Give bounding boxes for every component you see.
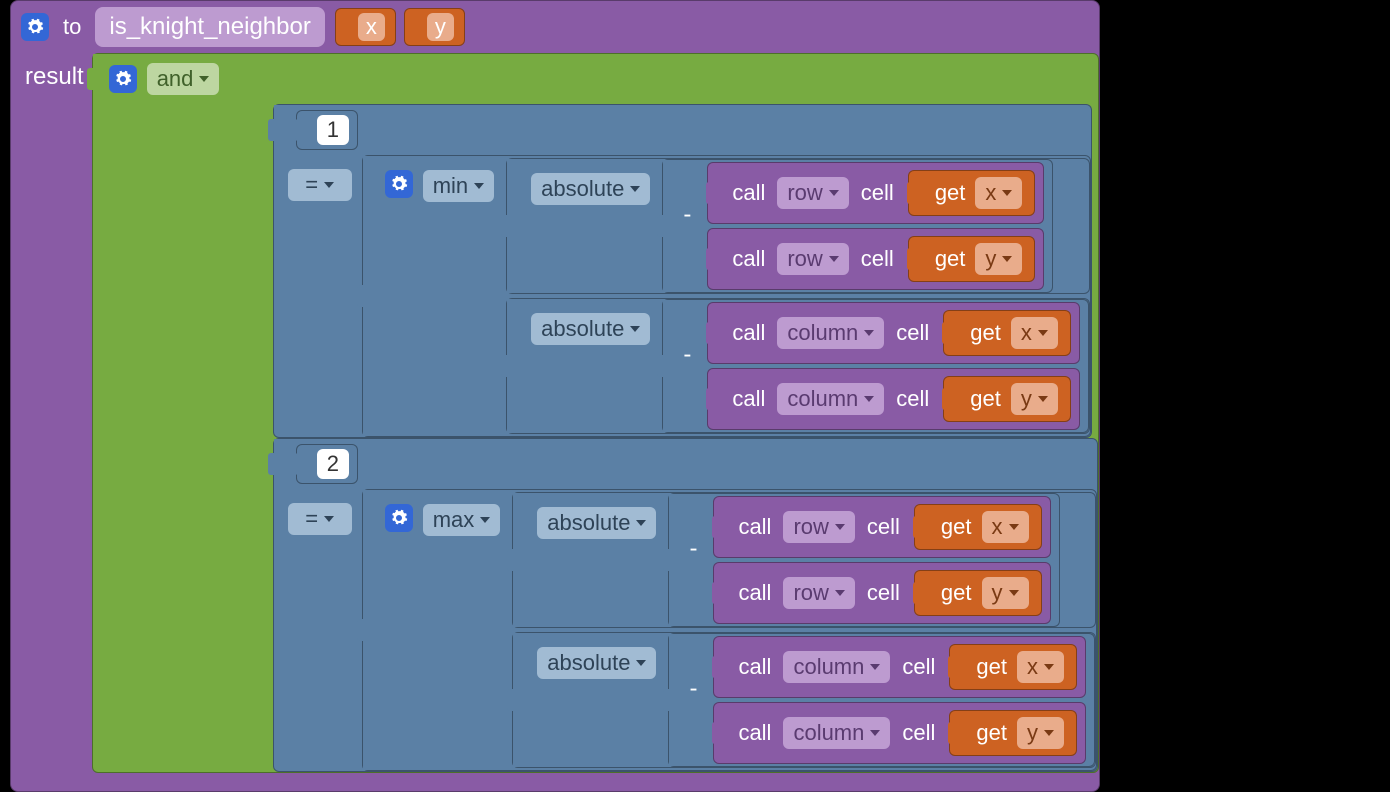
compare-block[interactable]: 1 = xyxy=(273,104,1092,438)
unary-dropdown[interactable]: absolute xyxy=(531,173,650,205)
gear-icon[interactable] xyxy=(21,13,49,41)
compare-block[interactable]: 2 = xyxy=(273,438,1098,772)
unary-dropdown[interactable]: absolute xyxy=(537,647,656,679)
get-label: get xyxy=(925,246,972,272)
number-field[interactable]: 1 xyxy=(317,115,349,145)
function-call-block[interactable]: call column cell get x xyxy=(713,636,1086,698)
function-call-block[interactable]: call column cell get y xyxy=(707,368,1080,430)
variable-dropdown[interactable]: x xyxy=(975,177,1022,209)
compare-op-dropdown[interactable]: = xyxy=(288,503,352,535)
function-param[interactable]: y xyxy=(404,8,465,46)
call-fn-dropdown[interactable]: column xyxy=(777,383,884,415)
variable-dropdown[interactable]: y xyxy=(975,243,1022,275)
call-arg-label: cell xyxy=(888,386,937,412)
call-fn-dropdown[interactable]: column xyxy=(783,717,890,749)
call-label: call xyxy=(730,580,779,606)
get-label: get xyxy=(960,386,1007,412)
call-fn-dropdown[interactable]: column xyxy=(777,317,884,349)
param-name: y xyxy=(427,13,454,41)
get-label: get xyxy=(925,180,972,206)
variable-dropdown[interactable]: x xyxy=(982,511,1029,543)
subtract-block[interactable]: - call row cell xyxy=(662,159,1053,293)
call-label: call xyxy=(724,386,773,412)
logic-op-dropdown[interactable]: and xyxy=(147,63,220,95)
variable-get-block[interactable]: get x xyxy=(908,170,1036,216)
call-arg-label: cell xyxy=(859,580,908,606)
call-fn-dropdown[interactable]: column xyxy=(783,651,890,683)
variable-get-block[interactable]: get y xyxy=(949,710,1077,756)
variable-get-block[interactable]: get x xyxy=(914,504,1042,550)
subtract-block[interactable]: - call column cell xyxy=(662,299,1089,433)
call-label: call xyxy=(724,246,773,272)
logic-and-block[interactable]: and 1 = xyxy=(92,53,1099,773)
variable-get-block[interactable]: get y xyxy=(943,376,1071,422)
gear-icon[interactable] xyxy=(385,170,413,198)
call-fn-dropdown[interactable]: row xyxy=(777,177,848,209)
function-param[interactable]: x xyxy=(335,8,396,46)
function-name-field[interactable]: is_knight_neighbor xyxy=(95,7,324,47)
absolute-block[interactable]: absolute - xyxy=(512,492,1096,628)
call-arg-label: cell xyxy=(853,246,902,272)
call-label: call xyxy=(724,180,773,206)
function-definition-block[interactable]: to is_knight_neighbor x y result and xyxy=(10,0,1100,792)
subtract-block[interactable]: - call row cell xyxy=(668,493,1059,627)
minus-label: - xyxy=(683,201,691,229)
variable-get-block[interactable]: get x xyxy=(949,644,1077,690)
to-label: to xyxy=(55,14,89,40)
function-call-block[interactable]: call row cell get x xyxy=(713,496,1050,558)
minus-label: - xyxy=(683,341,691,369)
aggregate-dropdown[interactable]: max xyxy=(423,504,501,536)
minus-label: - xyxy=(689,675,697,703)
absolute-block[interactable]: absolute - xyxy=(506,158,1090,294)
number-block[interactable]: 1 xyxy=(296,110,358,150)
call-arg-label: cell xyxy=(894,654,943,680)
variable-dropdown[interactable]: x xyxy=(1017,651,1064,683)
compare-op-dropdown[interactable]: = xyxy=(288,169,352,201)
number-block[interactable]: 2 xyxy=(296,444,358,484)
call-label: call xyxy=(730,514,779,540)
variable-dropdown[interactable]: y xyxy=(1017,717,1064,749)
aggregate-dropdown[interactable]: min xyxy=(423,170,494,202)
variable-get-block[interactable]: get y xyxy=(914,570,1042,616)
call-fn-dropdown[interactable]: row xyxy=(783,577,854,609)
function-call-block[interactable]: call column cell get y xyxy=(713,702,1086,764)
get-label: get xyxy=(931,580,978,606)
gear-icon[interactable] xyxy=(385,504,413,532)
call-label: call xyxy=(724,320,773,346)
call-arg-label: cell xyxy=(888,320,937,346)
call-arg-label: cell xyxy=(859,514,908,540)
call-arg-label: cell xyxy=(894,720,943,746)
function-call-block[interactable]: call column cell get x xyxy=(707,302,1080,364)
function-call-block[interactable]: call row cell get x xyxy=(707,162,1044,224)
variable-get-block[interactable]: get x xyxy=(943,310,1071,356)
unary-dropdown[interactable]: absolute xyxy=(531,313,650,345)
get-label: get xyxy=(960,320,1007,346)
function-call-block[interactable]: call row cell get y xyxy=(707,228,1044,290)
function-call-block[interactable]: call row cell get y xyxy=(713,562,1050,624)
call-label: call xyxy=(730,654,779,680)
minus-label: - xyxy=(689,535,697,563)
variable-dropdown[interactable]: y xyxy=(982,577,1029,609)
unary-dropdown[interactable]: absolute xyxy=(537,507,656,539)
call-fn-dropdown[interactable]: row xyxy=(777,243,848,275)
number-field[interactable]: 2 xyxy=(317,449,349,479)
aggregate-block[interactable]: min absolute xyxy=(362,155,1091,437)
get-label: get xyxy=(931,514,978,540)
aggregate-block[interactable]: max absolute xyxy=(362,489,1097,771)
variable-dropdown[interactable]: y xyxy=(1011,383,1058,415)
call-fn-dropdown[interactable]: row xyxy=(783,511,854,543)
get-label: get xyxy=(966,654,1013,680)
result-label: result xyxy=(11,53,92,91)
variable-dropdown[interactable]: x xyxy=(1011,317,1058,349)
variable-get-block[interactable]: get y xyxy=(908,236,1036,282)
param-name: x xyxy=(358,13,385,41)
absolute-block[interactable]: absolute - xyxy=(506,298,1090,434)
call-arg-label: cell xyxy=(853,180,902,206)
call-label: call xyxy=(730,720,779,746)
gear-icon[interactable] xyxy=(109,65,137,93)
subtract-block[interactable]: - call column cell xyxy=(668,633,1095,767)
get-label: get xyxy=(966,720,1013,746)
absolute-block[interactable]: absolute - xyxy=(512,632,1096,768)
